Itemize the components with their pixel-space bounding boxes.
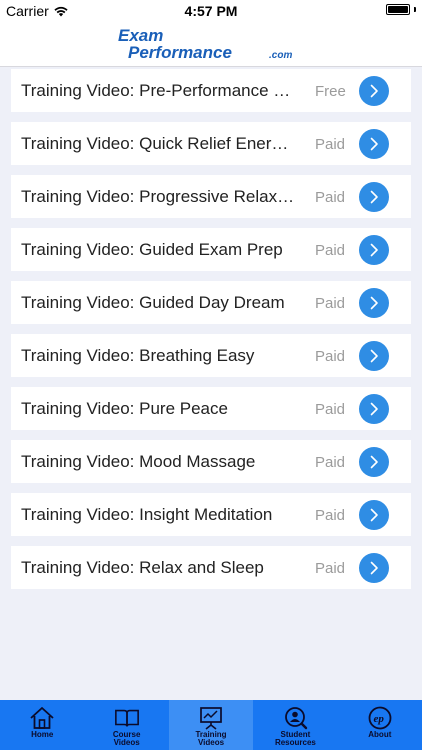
status-right — [386, 4, 416, 15]
tab-home-label: Home — [31, 730, 54, 739]
chevron-right-icon — [370, 508, 378, 522]
open-item-button[interactable] — [359, 129, 389, 159]
list-item-price: Paid — [315, 242, 346, 259]
logo-suffix: .com — [269, 50, 292, 61]
tab-about-label: About — [368, 730, 392, 739]
book-icon — [114, 709, 139, 727]
open-item-button[interactable] — [359, 76, 389, 106]
status-time: 4:57 PM — [184, 3, 238, 19]
open-item-button[interactable] — [359, 394, 389, 424]
magnifier-person-icon — [285, 707, 308, 730]
presentation-board-icon — [200, 707, 222, 730]
house-icon — [30, 707, 54, 729]
open-item-button[interactable] — [359, 288, 389, 318]
ep-logo-icon: ep — [368, 706, 392, 730]
list-item-title: Training Video: Pure Peace — [21, 399, 228, 418]
tab-student-resources[interactable]: Student Resources — [253, 700, 337, 750]
list-item-title: Training Video: Progressive Relaxation — [21, 187, 297, 206]
list-item[interactable]: Training Video: Pure Peace Paid — [11, 387, 411, 430]
open-item-button[interactable] — [359, 553, 389, 583]
list-item-price: Paid — [315, 348, 346, 365]
chevron-right-icon — [370, 243, 378, 257]
list-item-title: Training Video: Mood Massage — [21, 452, 256, 471]
open-item-button[interactable] — [359, 447, 389, 477]
list-item-title: Training Video: Breathing Easy — [21, 346, 255, 365]
chevron-right-icon — [370, 349, 378, 363]
app-header: Exam Performance .com — [0, 22, 422, 67]
tab-course-videos[interactable]: Course Videos — [84, 700, 168, 750]
tab-training-videos[interactable]: Training Videos — [168, 700, 254, 750]
tab-training-videos-label: Training Videos — [195, 730, 227, 747]
list-item-title: Training Video: Insight Meditation — [21, 505, 273, 524]
list-item-price: Paid — [315, 560, 346, 577]
list-item-price: Paid — [315, 507, 346, 524]
open-item-button[interactable] — [359, 341, 389, 371]
chevron-right-icon — [370, 137, 378, 151]
list-item-price: Paid — [315, 401, 346, 418]
list-item[interactable]: Training Video: Relax and Sleep Paid — [11, 546, 411, 589]
tab-course-videos-label: Course Videos — [112, 730, 141, 747]
training-video-list: Training Video: Pre-Performance Checklis… — [11, 69, 411, 599]
battery-icon — [386, 4, 410, 15]
list-item[interactable]: Training Video: Breathing Easy Paid — [11, 334, 411, 377]
list-item-price: Paid — [315, 189, 346, 206]
list-item-title: Training Video: Relax and Sleep — [21, 558, 264, 577]
list-item-price: Paid — [315, 295, 346, 312]
list-item-title: Training Video: Pre-Performance Checklis… — [21, 81, 297, 100]
status-bar: Carrier 4:57 PM — [0, 0, 422, 22]
tab-student-resources-label: Student Resources — [274, 730, 316, 747]
list-item-price: Free — [315, 83, 346, 100]
chevron-right-icon — [370, 561, 378, 575]
list-item[interactable]: Training Video: Insight Meditation Paid — [11, 493, 411, 536]
chevron-right-icon — [370, 455, 378, 469]
list-item[interactable]: Training Video: Quick Relief Energizer P… — [11, 122, 411, 165]
exam-performance-logo: Exam Performance .com — [118, 26, 292, 62]
chevron-right-icon — [370, 84, 378, 98]
list-item-title: Training Video: Guided Exam Prep — [21, 240, 283, 259]
battery-nub — [414, 7, 416, 12]
list-item[interactable]: Training Video: Guided Exam Prep Paid — [11, 228, 411, 271]
chevron-right-icon — [370, 190, 378, 204]
tab-about[interactable]: ep About — [338, 700, 422, 750]
tab-home[interactable]: Home — [0, 700, 84, 750]
tab-bar: Home Course Videos Training Videos Stude… — [0, 700, 422, 750]
list-item-title: Training Video: Quick Relief Energizer — [21, 134, 297, 153]
list-item[interactable]: Training Video: Mood Massage Paid — [11, 440, 411, 483]
chevron-right-icon — [370, 296, 378, 310]
list-item[interactable]: Training Video: Progressive Relaxation P… — [11, 175, 411, 218]
open-item-button[interactable] — [359, 500, 389, 530]
chevron-right-icon — [370, 402, 378, 416]
list-item-title: Training Video: Guided Day Dream — [21, 293, 285, 312]
logo-line2: Performance — [128, 43, 232, 62]
list-item-price: Paid — [315, 136, 346, 153]
list-item-price: Paid — [315, 454, 346, 471]
open-item-button[interactable] — [359, 182, 389, 212]
svg-text:ep: ep — [373, 713, 384, 725]
list-item[interactable]: Training Video: Guided Day Dream Paid — [11, 281, 411, 324]
list-item[interactable]: Training Video: Pre-Performance Checklis… — [11, 69, 411, 112]
open-item-button[interactable] — [359, 235, 389, 265]
